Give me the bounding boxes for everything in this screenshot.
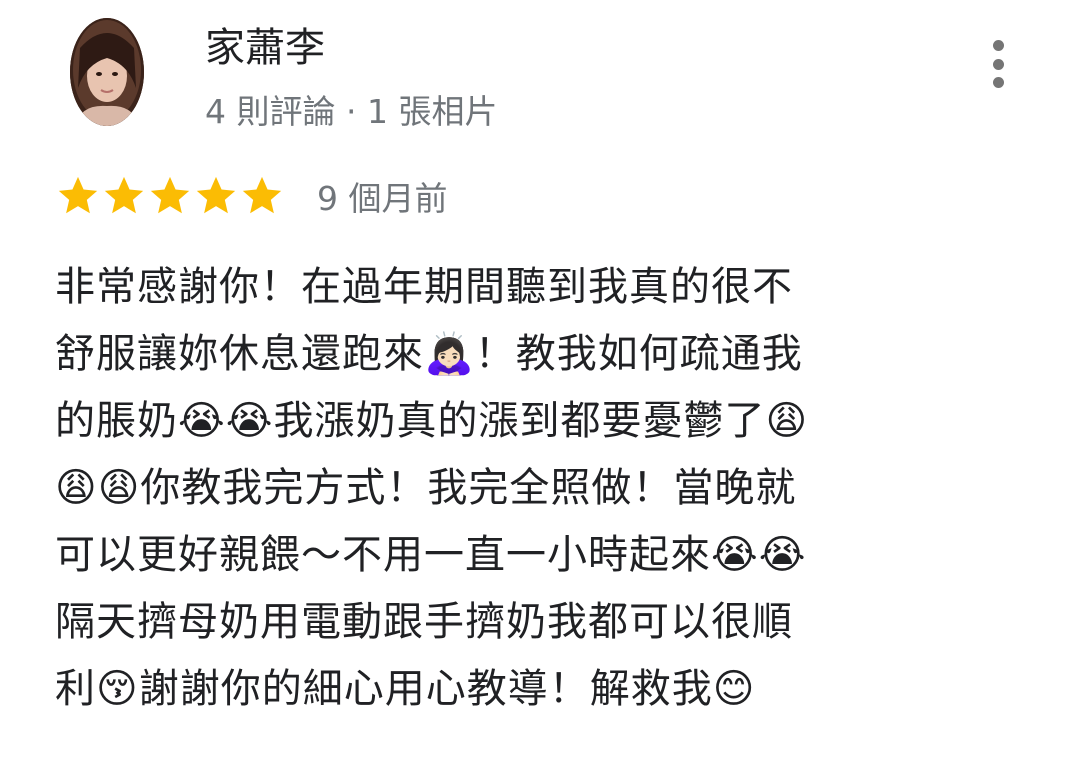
review-text-line: 😩😩你教我完方式！我完全照做！當晚就 [55, 465, 797, 511]
more-options-button[interactable] [978, 36, 1018, 92]
review-text-line: 的脹奶😭😭我漲奶真的漲到都要憂鬱了😩 [55, 398, 809, 444]
review-text: 非常感謝你！在過年期間聽到我真的很不 舒服讓妳休息還跑來🙇🏻‍♀️！教我如何疏通我… [55, 254, 955, 723]
star-icon [196, 176, 236, 214]
star-icon [58, 176, 98, 214]
review-text-line: 非常感謝你！在過年期間聽到我真的很不 [55, 264, 793, 310]
review-time: 9 個月前 [317, 179, 448, 218]
reviewer-avatar[interactable] [70, 18, 144, 126]
star-icon [242, 176, 282, 214]
star-icon [150, 176, 190, 214]
review-text-line: 利😚謝謝你的細心用心教導！解救我😊 [55, 666, 756, 712]
review-text-line: 隔天擠母奶用電動跟手擠奶我都可以很順 [55, 599, 793, 645]
more-vert-icon-dot [992, 58, 1004, 70]
star-icon [104, 176, 144, 214]
reviewer-meta: 4 則評論 · 1 張相片 [205, 92, 498, 131]
avatar-photo [70, 18, 144, 126]
review-card: 家蕭李 4 則評論 · 1 張相片 9 個月前 非常感謝你！在過年期間聽到我真的… [0, 0, 1080, 769]
reviewer-name[interactable]: 家蕭李 [205, 22, 325, 74]
more-vert-icon-dot [992, 77, 1004, 88]
review-text-line: 可以更好親餵～不用一直一小時起來😭😭 [55, 532, 807, 578]
review-text-line: 舒服讓妳休息還跑來🙇🏻‍♀️！教我如何疏通我 [55, 331, 803, 377]
star-rating [55, 173, 285, 219]
rating-row: 9 個月前 [55, 170, 448, 222]
more-vert-icon-dot [992, 40, 1004, 51]
